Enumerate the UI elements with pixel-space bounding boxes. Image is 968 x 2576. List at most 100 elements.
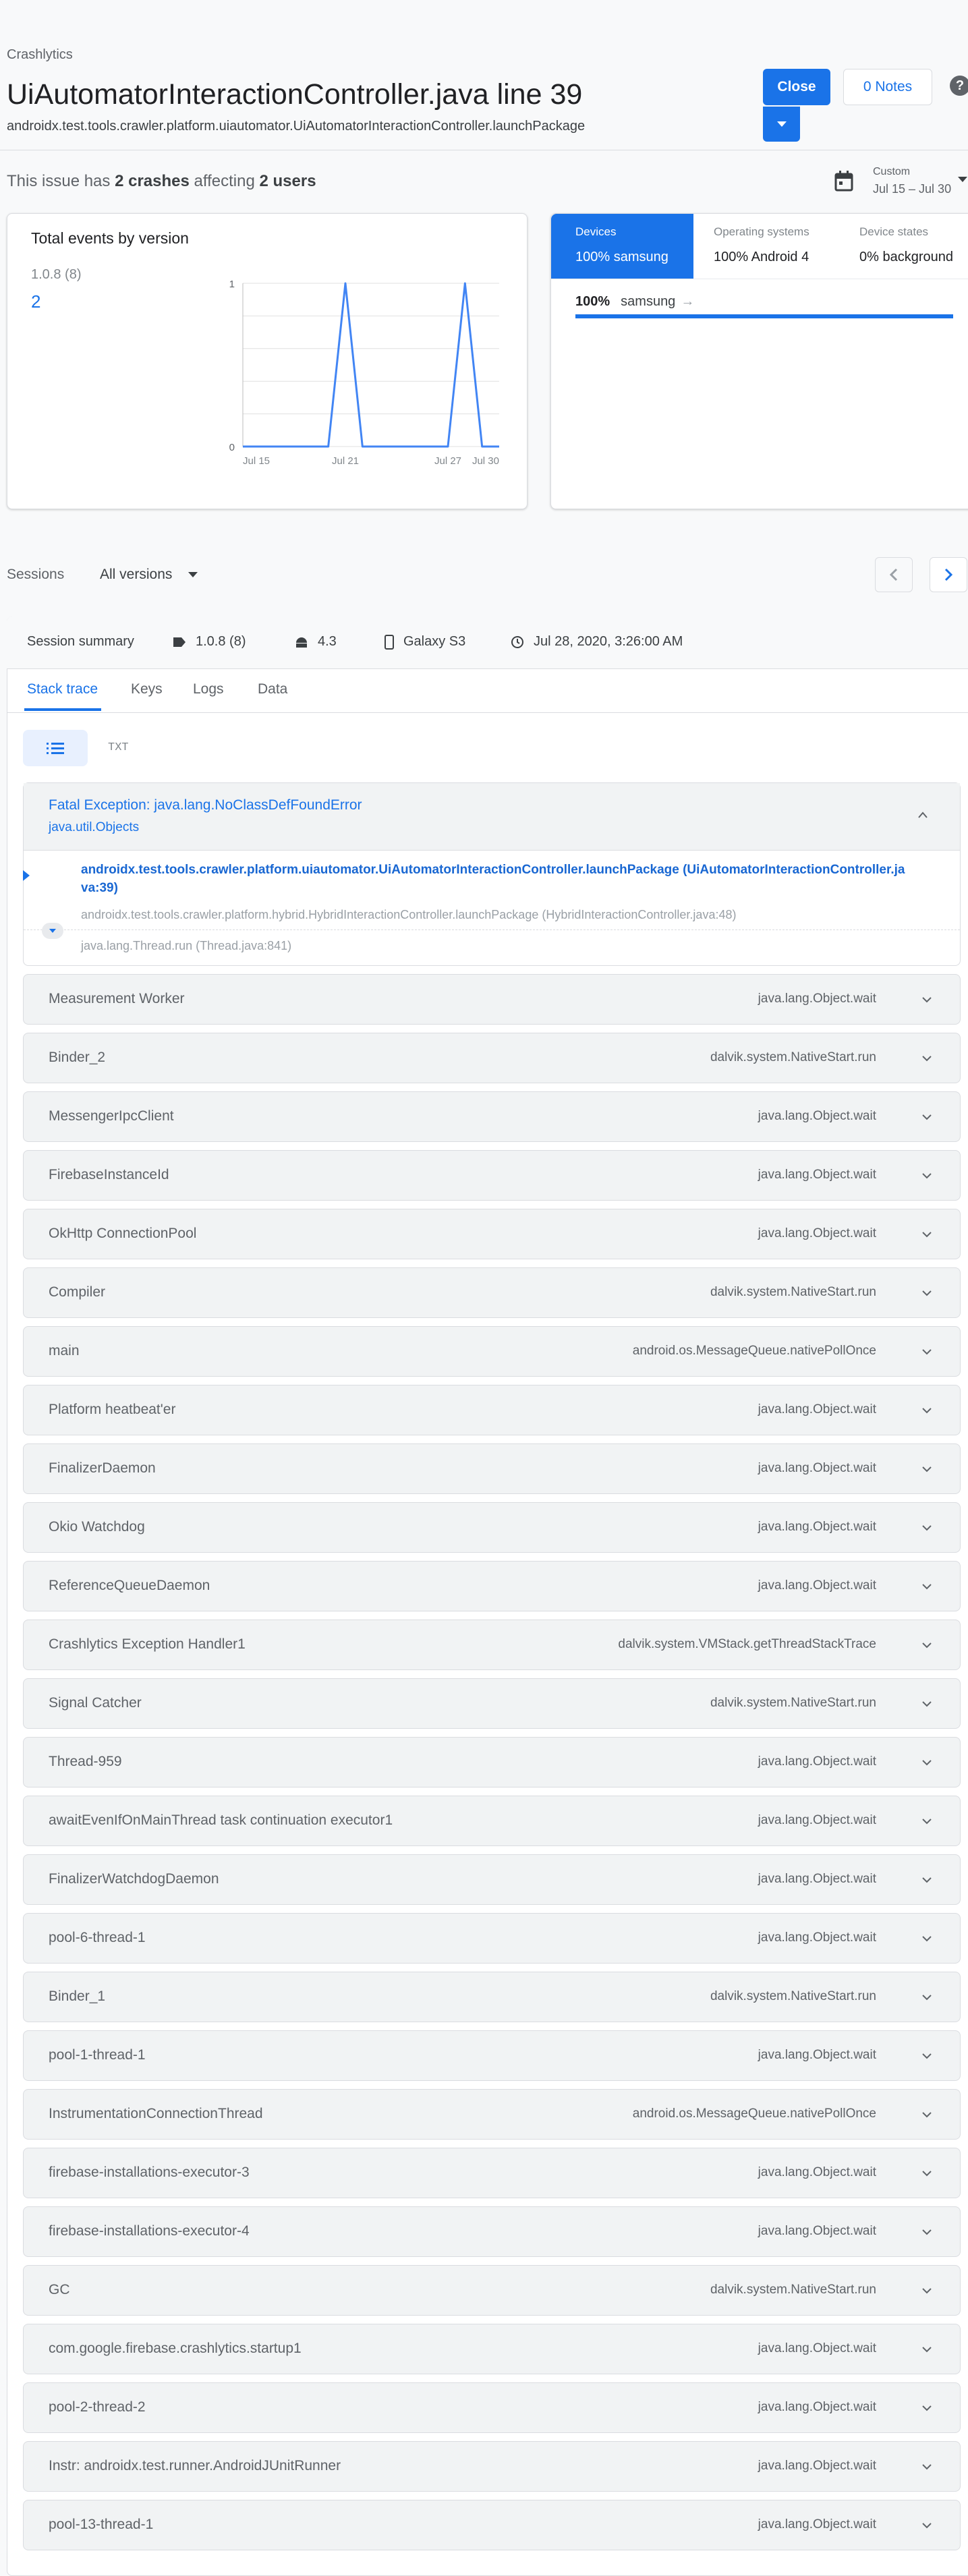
- thread-row[interactable]: pool-6-thread-1 java.lang.Object.wait: [23, 1913, 961, 1964]
- tab-devices-label[interactable]: Devices: [575, 225, 616, 239]
- chevron-down-icon[interactable]: [922, 1993, 932, 2002]
- tab-device-states-label[interactable]: Device states: [859, 225, 928, 239]
- thread-row[interactable]: MessengerIpcClient java.lang.Object.wait: [23, 1091, 961, 1142]
- chevron-up-icon[interactable]: [917, 811, 928, 819]
- breadcrumb[interactable]: Crashlytics: [7, 47, 73, 63]
- chevron-down-icon[interactable]: [922, 2286, 932, 2295]
- device-name: samsung: [621, 294, 676, 309]
- chevron-down-icon[interactable]: [922, 1934, 932, 1943]
- list-view-button[interactable]: [23, 730, 88, 766]
- thread-row[interactable]: Crashlytics Exception Handler1 dalvik.sys…: [23, 1620, 961, 1670]
- thread-top-method: java.lang.Object.wait: [758, 1872, 876, 1886]
- thread-top-method: java.lang.Object.wait: [758, 2400, 876, 2414]
- chevron-down-icon[interactable]: [922, 2110, 932, 2119]
- chevron-down-icon[interactable]: [922, 2462, 932, 2471]
- tab-os-value[interactable]: 100% Android 4: [714, 250, 809, 265]
- date-range-chevron-icon[interactable]: [958, 177, 967, 182]
- calendar-icon[interactable]: [834, 170, 854, 192]
- thread-row[interactable]: awaitEvenIfOnMainThread task continuatio…: [23, 1796, 961, 1846]
- thread-row[interactable]: firebase-installations-executor-3 java.la…: [23, 2148, 961, 2198]
- exception-header[interactable]: [24, 783, 960, 851]
- thread-top-method: dalvik.system.NativeStart.run: [710, 1285, 876, 1299]
- tab-logs[interactable]: Logs: [193, 681, 224, 697]
- thread-row[interactable]: Signal Catcher dalvik.system.NativeStart.…: [23, 1678, 961, 1729]
- tab-keys[interactable]: Keys: [131, 681, 163, 697]
- list-icon: [47, 743, 64, 754]
- chevron-down-icon[interactable]: [922, 1171, 932, 1180]
- thread-top-method: java.lang.Object.wait: [758, 2517, 876, 2531]
- thread-row[interactable]: Binder_1 dalvik.system.NativeStart.run: [23, 1972, 961, 2022]
- chevron-down-icon[interactable]: [922, 1582, 932, 1591]
- version-filter-select[interactable]: All versions: [100, 567, 172, 583]
- close-issue-button[interactable]: Close: [763, 69, 830, 105]
- chevron-down-icon[interactable]: [922, 1406, 932, 1415]
- thread-row[interactable]: firebase-installations-executor-4 java.la…: [23, 2206, 961, 2257]
- chevron-down-icon[interactable]: [922, 1758, 932, 1767]
- chevron-down-icon[interactable]: [922, 2169, 932, 2178]
- thread-row[interactable]: Measurement Worker java.lang.Object.wait: [23, 974, 961, 1025]
- tab-os-label[interactable]: Operating systems: [714, 225, 809, 239]
- tab-stack-trace[interactable]: Stack trace: [27, 681, 98, 697]
- tab-devices-value[interactable]: 100% samsung: [575, 250, 668, 265]
- chevron-down-icon[interactable]: [922, 1054, 932, 1063]
- phone-icon: [385, 634, 394, 650]
- thread-row[interactable]: InstrumentationConnectionThread android.o…: [23, 2089, 961, 2140]
- thread-row[interactable]: pool-1-thread-1 java.lang.Object.wait: [23, 2030, 961, 2081]
- thread-row[interactable]: pool-13-thread-1 java.lang.Object.wait: [23, 2500, 961, 2550]
- help-icon[interactable]: ?: [950, 76, 968, 96]
- chevron-down-icon[interactable]: [922, 1875, 932, 1885]
- chevron-down-icon[interactable]: [922, 1699, 932, 1709]
- thread-row[interactable]: Binder_2 dalvik.system.NativeStart.run: [23, 1033, 961, 1083]
- chevron-down-icon[interactable]: [922, 995, 932, 1004]
- caret-down-icon: [49, 929, 56, 933]
- close-options-dropdown-button[interactable]: [763, 107, 800, 142]
- next-session-button[interactable]: [930, 557, 967, 592]
- expand-frames-button[interactable]: [42, 923, 63, 939]
- arrow-right-icon[interactable]: →: [681, 294, 694, 310]
- chevron-down-icon[interactable]: [922, 1640, 932, 1650]
- thread-name: pool-1-thread-1: [49, 2047, 146, 2063]
- thread-row[interactable]: pool-2-thread-2 java.lang.Object.wait: [23, 2382, 961, 2433]
- tab-device-states-value[interactable]: 0% background: [859, 250, 953, 265]
- thread-top-method: java.lang.Object.wait: [758, 1109, 876, 1123]
- thread-name: Measurement Worker: [49, 991, 185, 1006]
- chevron-down-icon[interactable]: [922, 1288, 932, 1298]
- date-range-value[interactable]: Jul 15 – Jul 30: [873, 182, 951, 196]
- date-range-label[interactable]: Custom: [873, 166, 910, 178]
- thread-row[interactable]: GC dalvik.system.NativeStart.run: [23, 2265, 961, 2316]
- chevron-down-icon[interactable]: [922, 1112, 932, 1122]
- chevron-down-icon[interactable]: [922, 1523, 932, 1533]
- thread-row[interactable]: FinalizerDaemon java.lang.Object.wait: [23, 1443, 961, 1494]
- version-filter-chevron-icon[interactable]: [188, 572, 198, 577]
- chevron-down-icon[interactable]: [922, 2227, 932, 2237]
- thread-row[interactable]: main android.os.MessageQueue.nativePollOn…: [23, 1326, 961, 1377]
- thread-row[interactable]: FinalizerWatchdogDaemon java.lang.Object.…: [23, 1854, 961, 1905]
- events-version[interactable]: 1.0.8 (8): [31, 267, 81, 283]
- notes-button[interactable]: 0 Notes: [843, 69, 932, 105]
- thread-row[interactable]: Thread-959 java.lang.Object.wait: [23, 1737, 961, 1787]
- chevron-down-icon[interactable]: [922, 2345, 932, 2354]
- chevron-down-icon[interactable]: [922, 2051, 932, 2061]
- chevron-down-icon[interactable]: [922, 1464, 932, 1474]
- tab-data[interactable]: Data: [258, 681, 287, 697]
- thread-row[interactable]: Instr: androidx.test.runner.AndroidJUnit…: [23, 2441, 961, 2492]
- chevron-down-icon[interactable]: [922, 2521, 932, 2530]
- thread-row[interactable]: Platform heatbeat'er java.lang.Object.wai…: [23, 1385, 961, 1435]
- device-row[interactable]: 100% samsung →: [575, 294, 694, 310]
- thread-row[interactable]: ReferenceQueueDaemon java.lang.Object.wai…: [23, 1561, 961, 1611]
- txt-view-button[interactable]: TXT: [108, 741, 129, 754]
- chevron-down-icon[interactable]: [922, 2403, 932, 2413]
- tab-devices-bg[interactable]: [551, 214, 693, 279]
- thread-top-method: java.lang.Object.wait: [758, 1930, 876, 1945]
- thread-row[interactable]: Okio Watchdog java.lang.Object.wait: [23, 1502, 961, 1553]
- thread-row[interactable]: OkHttp ConnectionPool java.lang.Object.wa…: [23, 1209, 961, 1259]
- previous-session-button[interactable]: [875, 557, 913, 592]
- chevron-down-icon[interactable]: [922, 1816, 932, 1826]
- thread-row[interactable]: FirebaseInstanceId java.lang.Object.wait: [23, 1150, 961, 1201]
- chevron-down-icon[interactable]: [922, 1230, 932, 1239]
- thread-row[interactable]: com.google.firebase.crashlytics.startup1…: [23, 2324, 961, 2374]
- thread-row[interactable]: Compiler dalvik.system.NativeStart.run: [23, 1267, 961, 1318]
- thread-top-method: java.lang.Object.wait: [758, 992, 876, 1006]
- chevron-down-icon[interactable]: [922, 1347, 932, 1356]
- thread-top-method: java.lang.Object.wait: [758, 1754, 876, 1769]
